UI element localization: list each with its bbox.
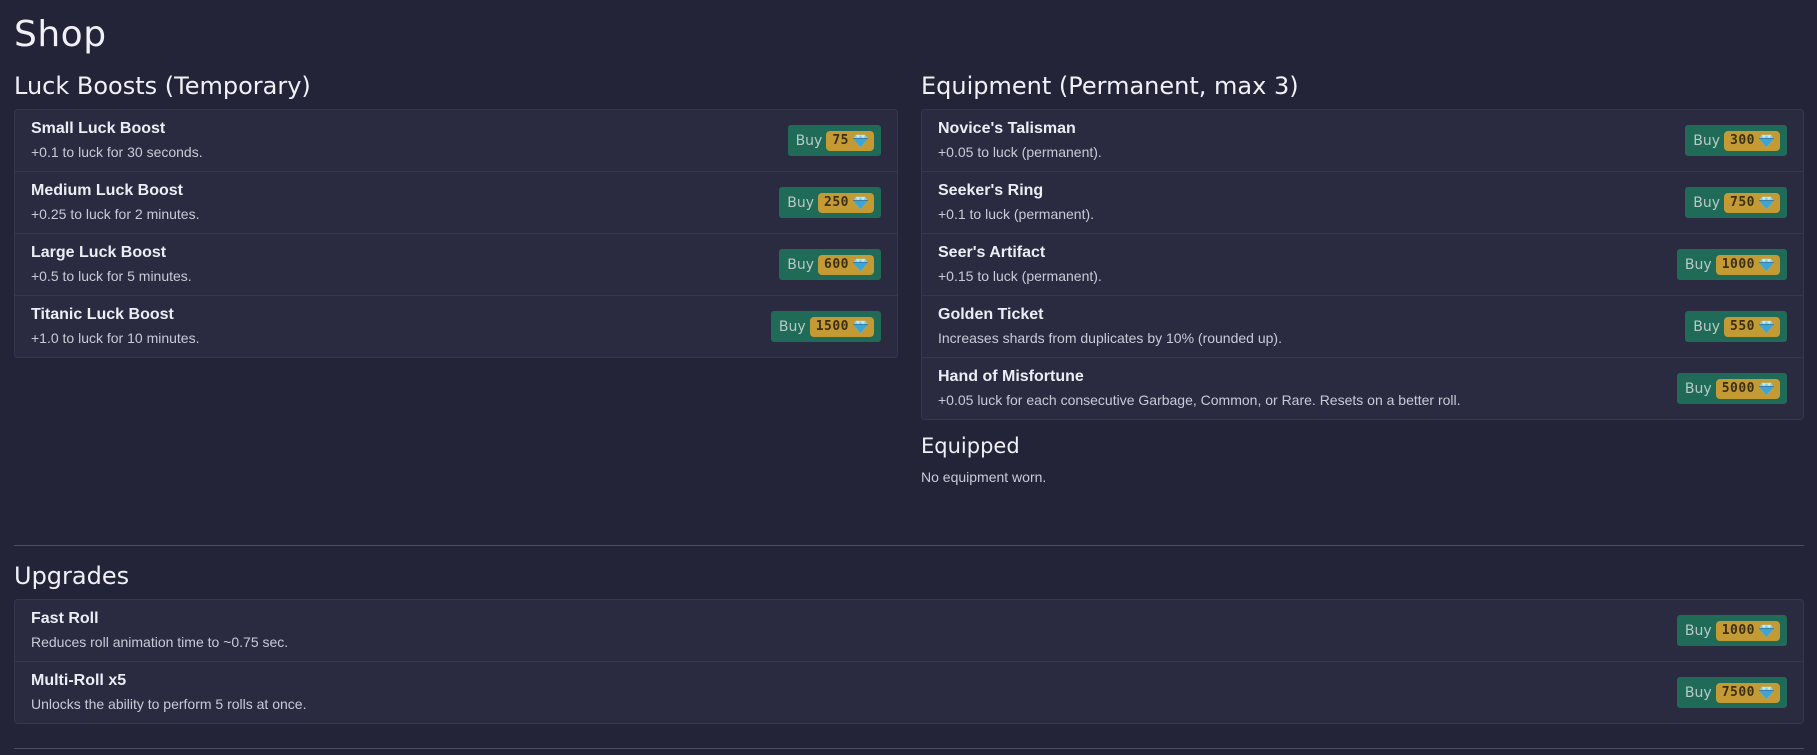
buy-label: Buy <box>787 194 815 211</box>
diamond-icon <box>1759 196 1774 209</box>
buy-button[interactable]: Buy 1500 <box>770 311 881 342</box>
item-name: Medium Luck Boost <box>31 182 184 199</box>
shop-item-row: Seeker's Ring +0.1 to luck (permanent). … <box>922 172 1803 234</box>
shop-item-row: Fast Roll Reduces roll animation time to… <box>15 600 1803 662</box>
price-pill: 7500 <box>1715 682 1780 703</box>
buy-label: Buy <box>787 256 815 273</box>
item-description: +0.1 to luck (permanent). <box>938 206 1095 222</box>
item-name: Fast Roll <box>31 610 99 627</box>
buy-label: Buy <box>1693 194 1721 211</box>
buy-button[interactable]: Buy 1000 <box>1676 249 1787 280</box>
price-pill: 1500 <box>809 316 874 337</box>
item-name: Seeker's Ring <box>938 182 1044 199</box>
shop-item-row: Novice's Talisman +0.05 to luck (permane… <box>922 110 1803 172</box>
diamond-icon <box>853 320 868 333</box>
buy-button[interactable]: Buy 600 <box>779 249 881 280</box>
price-pill: 550 <box>1724 316 1780 337</box>
diamond-icon <box>1759 320 1774 333</box>
price-value: 75 <box>832 133 849 148</box>
price-pill: 75 <box>826 130 874 151</box>
price-value: 550 <box>1730 319 1755 334</box>
buy-label: Buy <box>1684 380 1712 397</box>
buy-label: Buy <box>1693 132 1721 149</box>
buy-label: Buy <box>1693 318 1721 335</box>
luck-boosts-title: Luck Boosts (Temporary) <box>14 72 311 100</box>
price-value: 7500 <box>1721 685 1755 700</box>
shop-item-row: Titanic Luck Boost +1.0 to luck for 10 m… <box>15 296 897 358</box>
item-description: +0.1 to luck for 30 seconds. <box>31 144 203 160</box>
shop-item-row: Multi-Roll x5 Unlocks the ability to per… <box>15 662 1803 724</box>
item-description: Reduces roll animation time to ~0.75 sec… <box>31 634 289 650</box>
price-pill: 1000 <box>1715 254 1780 275</box>
upgrades-title: Upgrades <box>14 562 130 590</box>
item-description: Increases shards from duplicates by 10% … <box>938 330 1282 346</box>
buy-button[interactable]: Buy 75 <box>787 125 881 156</box>
diamond-icon <box>1759 624 1774 637</box>
buy-label: Buy <box>1684 256 1712 273</box>
item-description: Unlocks the ability to perform 5 rolls a… <box>31 696 307 712</box>
price-value: 1000 <box>1721 257 1755 272</box>
item-name: Hand of Misfortune <box>938 368 1084 385</box>
luck-boosts-panel: Small Luck Boost +0.1 to luck for 30 sec… <box>14 109 898 358</box>
buy-button[interactable]: Buy 250 <box>779 187 881 218</box>
price-pill: 750 <box>1724 192 1780 213</box>
equipped-title: Equipped <box>921 434 1020 458</box>
diamond-icon <box>1759 134 1774 147</box>
item-name: Multi-Roll x5 <box>31 672 127 689</box>
upgrades-panel: Fast Roll Reduces roll animation time to… <box>14 599 1804 724</box>
item-name: Large Luck Boost <box>31 244 167 261</box>
buy-button[interactable]: Buy 550 <box>1685 311 1787 342</box>
item-name: Golden Ticket <box>938 306 1044 323</box>
item-name: Novice's Talisman <box>938 120 1076 137</box>
buy-label: Buy <box>795 132 823 149</box>
buy-label: Buy <box>778 318 806 335</box>
buy-button[interactable]: Buy 5000 <box>1676 373 1787 404</box>
item-description: +0.15 to luck (permanent). <box>938 268 1102 284</box>
equipment-panel: Novice's Talisman +0.05 to luck (permane… <box>921 109 1804 420</box>
diamond-icon <box>1759 686 1774 699</box>
shop-item-row: Seer's Artifact +0.15 to luck (permanent… <box>922 234 1803 296</box>
section-divider <box>14 545 1804 546</box>
price-value: 300 <box>1730 133 1755 148</box>
equipment-title: Equipment (Permanent, max 3) <box>921 72 1299 100</box>
buy-button[interactable]: Buy 1000 <box>1676 615 1787 646</box>
price-pill: 250 <box>818 192 874 213</box>
shop-item-row: Golden Ticket Increases shards from dupl… <box>922 296 1803 358</box>
price-value: 600 <box>824 257 849 272</box>
price-value: 5000 <box>1721 381 1755 396</box>
diamond-icon <box>853 258 868 271</box>
item-name: Small Luck Boost <box>31 120 166 137</box>
item-description: +0.05 luck for each consecutive Garbage,… <box>938 392 1461 408</box>
section-divider <box>14 748 1804 749</box>
diamond-icon <box>1759 258 1774 271</box>
buy-label: Buy <box>1684 622 1712 639</box>
price-pill: 5000 <box>1715 378 1780 399</box>
shop-item-row: Medium Luck Boost +0.25 to luck for 2 mi… <box>15 172 897 234</box>
shop-item-row: Small Luck Boost +0.1 to luck for 30 sec… <box>15 110 897 172</box>
diamond-icon <box>853 196 868 209</box>
price-value: 250 <box>824 195 849 210</box>
diamond-icon <box>853 134 868 147</box>
item-description: +0.25 to luck for 2 minutes. <box>31 206 200 222</box>
price-pill: 1000 <box>1715 620 1780 641</box>
item-description: +0.5 to luck for 5 minutes. <box>31 268 192 284</box>
page-title: Shop <box>14 14 107 55</box>
diamond-icon <box>1759 382 1774 395</box>
price-value: 1000 <box>1721 623 1755 638</box>
buy-label: Buy <box>1684 684 1712 701</box>
buy-button[interactable]: Buy 7500 <box>1676 677 1787 708</box>
shop-item-row: Hand of Misfortune +0.05 luck for each c… <box>922 358 1803 420</box>
price-pill: 300 <box>1724 130 1780 151</box>
equipped-status: No equipment worn. <box>921 469 1047 485</box>
item-name: Seer's Artifact <box>938 244 1046 261</box>
item-name: Titanic Luck Boost <box>31 306 174 323</box>
price-value: 1500 <box>815 319 849 334</box>
item-description: +1.0 to luck for 10 minutes. <box>31 330 200 346</box>
shop-item-row: Large Luck Boost +0.5 to luck for 5 minu… <box>15 234 897 296</box>
price-value: 750 <box>1730 195 1755 210</box>
price-pill: 600 <box>818 254 874 275</box>
buy-button[interactable]: Buy 300 <box>1685 125 1787 156</box>
buy-button[interactable]: Buy 750 <box>1685 187 1787 218</box>
item-description: +0.05 to luck (permanent). <box>938 144 1102 160</box>
